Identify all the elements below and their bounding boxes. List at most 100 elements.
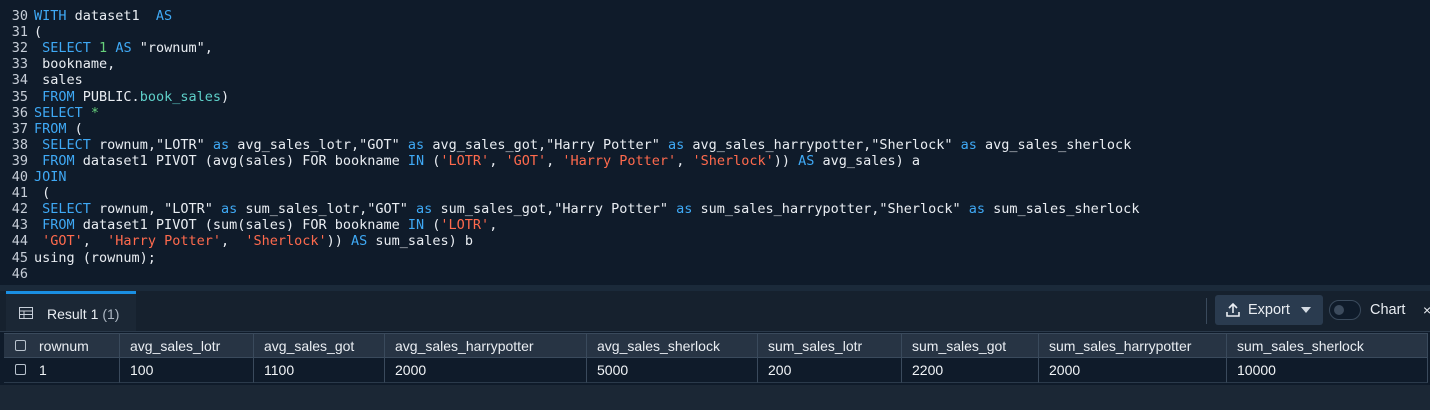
code-token: AS <box>147 8 173 24</box>
code-token: sum_sales_sherlock <box>985 201 1140 218</box>
code-token: FROM <box>42 88 75 105</box>
code-token: 'Sherlock' <box>684 152 774 169</box>
code-token: as <box>407 201 433 218</box>
code-token: )) <box>326 233 343 250</box>
code-token: 'Harry Potter' <box>554 152 677 169</box>
line-number: 33 <box>11 56 28 73</box>
line-number: 31 <box>11 24 28 41</box>
code-token: rownum,"LOTR" <box>90 136 205 153</box>
code-text: FROM dataset1 PIVOT (sum(sales) FOR book… <box>34 217 497 233</box>
column-header-sum-sales-sherlock[interactable]: sum_sales_sherlock <box>1227 333 1428 358</box>
line-number: 36 <box>11 104 28 121</box>
code-token: avg_sales) a <box>814 152 921 169</box>
code-token: ( <box>66 120 83 137</box>
column-header-avg-sales-lotr[interactable]: avg_sales_lotr <box>120 333 254 358</box>
export-button-label: Export <box>1248 302 1290 318</box>
chart-toggle[interactable] <box>1329 300 1361 320</box>
column-header-sum-sales-got[interactable]: sum_sales_got <box>902 333 1039 358</box>
column-header-sum-sales-harrypotter[interactable]: sum_sales_harrypotter <box>1039 333 1227 358</box>
column-header-label: avg_sales_sherlock <box>597 338 720 354</box>
table-cell[interactable]: 2000 <box>1039 358 1227 383</box>
line-number: 46 <box>11 265 28 282</box>
column-header-rownum[interactable]: rownum <box>4 333 120 358</box>
chevron-down-icon[interactable] <box>1301 307 1311 313</box>
toggle-knob <box>1334 305 1344 315</box>
tab-result-1[interactable]: Result 1 (1) <box>6 291 136 331</box>
code-text: JOIN <box>34 169 67 185</box>
code-token: * <box>82 104 100 121</box>
table-cell[interactable]: 2200 <box>902 358 1039 383</box>
column-header-avg-sales-harrypotter[interactable]: avg_sales_harrypotter <box>385 333 587 358</box>
code-token: sum_sales_lotr,"GOT" <box>237 201 408 218</box>
code-text: bookname, <box>34 56 115 72</box>
line-number: 34 <box>11 72 28 89</box>
table-cell[interactable]: 200 <box>758 358 902 383</box>
table-row[interactable]: 1 100 1100 2000 5000 200 2200 2000 10000 <box>4 358 1428 383</box>
code-line: 39 FROM dataset1 PIVOT (avg(sales) FOR b… <box>0 153 1430 169</box>
table-cell[interactable]: 10000 <box>1227 358 1428 383</box>
export-button[interactable]: Export <box>1215 295 1323 325</box>
tab-result-title: Result 1 <box>47 306 99 322</box>
code-token: AS <box>790 152 815 169</box>
code-token: SELECT <box>42 201 91 218</box>
table-cell[interactable]: 5000 <box>587 358 758 383</box>
code-text: SELECT * <box>34 105 99 121</box>
code-token: FROM <box>42 217 75 234</box>
code-line-partial <box>0 0 1430 8</box>
table-cell[interactable]: 2000 <box>385 358 587 383</box>
column-header-label: rownum <box>39 338 89 354</box>
code-token: SELECT <box>34 104 83 121</box>
code-token: ( <box>424 152 441 169</box>
code-token: "rownum", <box>131 40 213 57</box>
code-token: rownum, "LOTR" <box>90 201 213 218</box>
code-token: FROM <box>42 152 75 169</box>
code-line: 41 ( <box>0 185 1430 201</box>
close-icon[interactable]: × <box>1423 302 1430 318</box>
code-token: SELECT <box>42 136 91 153</box>
code-line: 37 FROM ( <box>0 121 1430 137</box>
code-line: 46 <box>0 266 1430 282</box>
code-line: 40 JOIN <box>0 169 1430 185</box>
column-header-sum-sales-lotr[interactable]: sum_sales_lotr <box>758 333 902 358</box>
code-token: 'LOTR' <box>440 152 490 169</box>
code-token: avg_sales_got,"Harry Potter" <box>424 136 660 153</box>
sql-editor[interactable]: 30 WITH dataset1 AS 31 (32 SELECT 1 AS "row… <box>0 0 1430 285</box>
column-header-avg-sales-sherlock[interactable]: avg_sales_sherlock <box>587 333 758 358</box>
code-line: 35 FROM PUBLIC.book_sales) <box>0 89 1430 105</box>
grid-header-row: rownum avg_sales_lotr avg_sales_got avg_sal… <box>4 333 1428 358</box>
code-token: , <box>82 233 100 250</box>
code-token: PUBLIC. <box>74 88 140 105</box>
table-cell[interactable]: 1 <box>4 358 120 383</box>
code-text: 'GOT', 'Harry Potter', 'Sherlock')) AS s… <box>34 233 473 249</box>
code-token: 'Sherlock' <box>237 233 327 250</box>
table-icon <box>19 307 33 319</box>
line-number: 45 <box>11 249 28 266</box>
code-text: WITH dataset1 AS <box>34 8 172 24</box>
cell-value: 5000 <box>597 362 629 378</box>
code-line: 30 WITH dataset1 AS <box>0 8 1430 24</box>
code-token: 1 <box>90 40 108 57</box>
cell-value: 2000 <box>395 362 427 378</box>
line-number: 40 <box>11 169 28 185</box>
code-text: SELECT rownum, "LOTR" as sum_sales_lotr,… <box>34 201 1139 217</box>
code-token: WITH <box>34 8 67 24</box>
tab-result-label: Result 1 (1) <box>47 306 119 322</box>
line-number: 41 <box>11 185 28 202</box>
code-token: ) <box>220 88 230 105</box>
code-text: sales <box>34 72 83 88</box>
tab-result-count: (1) <box>102 306 120 322</box>
code-token: , <box>489 217 498 234</box>
code-text: SELECT 1 AS "rownum", <box>34 40 213 56</box>
code-line: 42 SELECT rownum, "LOTR" as sum_sales_lo… <box>0 201 1430 217</box>
column-header-avg-sales-got[interactable]: avg_sales_got <box>254 333 385 358</box>
code-token: as <box>204 136 230 153</box>
row-checkbox[interactable] <box>15 364 26 375</box>
cell-value: 100 <box>130 362 154 378</box>
column-header-label: avg_sales_got <box>264 338 355 354</box>
table-cell[interactable]: 100 <box>120 358 254 383</box>
table-cell[interactable]: 1100 <box>254 358 385 383</box>
code-text: FROM PUBLIC.book_sales) <box>34 89 229 105</box>
select-all-checkbox[interactable] <box>15 340 26 351</box>
code-text: using (rownum); <box>34 250 156 266</box>
code-line: 31 ( <box>0 24 1430 40</box>
